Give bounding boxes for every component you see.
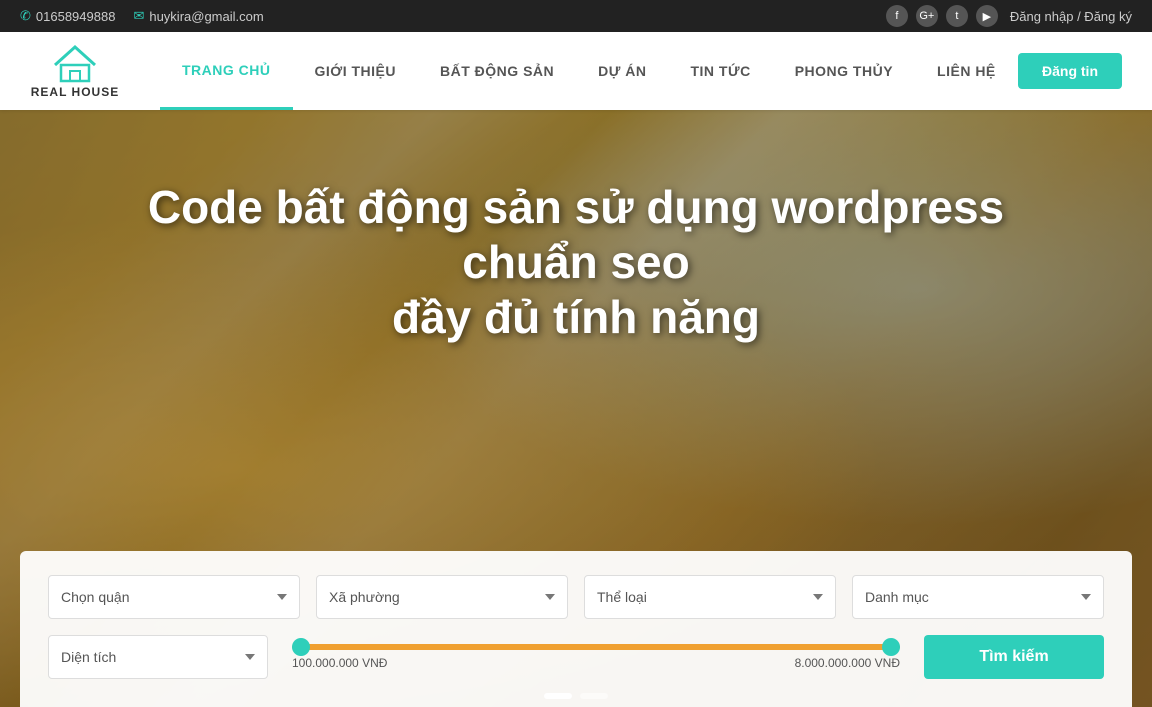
slider-fill [292, 644, 900, 650]
search-row-2: Diện tích 100.000.000 VNĐ 8.000.000.000 … [48, 635, 1104, 679]
chon-quan-select[interactable]: Chọn quận [48, 575, 300, 619]
nav-item-batdongsan[interactable]: BẤT ĐỘNG SẢN [418, 32, 576, 110]
phone-info: ✆ 01658949888 [20, 8, 115, 24]
xa-phuong-select[interactable]: Xã phường [316, 575, 568, 619]
search-row-1: Chọn quận Xã phường Thể loại Danh mục [48, 575, 1104, 619]
top-bar-right: f G+ t ▶ Đăng nhập / Đăng ký [886, 5, 1132, 27]
price-max-label: 8.000.000.000 VNĐ [795, 656, 900, 670]
nav-item-gioithieu[interactable]: GIỚI THIỆU [293, 32, 419, 110]
slider-labels: 100.000.000 VNĐ 8.000.000.000 VNĐ [284, 656, 908, 670]
nav-item-lienhe[interactable]: LIÊN HỆ [915, 32, 1018, 110]
twitter-icon[interactable]: t [946, 5, 968, 27]
email-icon: ✉ [133, 8, 144, 24]
email-info: ✉ huykira@gmail.com [133, 8, 263, 24]
slider-thumb-right[interactable] [882, 638, 900, 656]
hero-section: Code bất động sản sử dụng wordpress chuẩ… [0, 110, 1152, 707]
carousel-dot-2[interactable] [580, 693, 608, 699]
phone-number: 01658949888 [36, 9, 116, 24]
top-bar-left: ✆ 01658949888 ✉ huykira@gmail.com [20, 8, 264, 24]
login-link[interactable]: Đăng nhập / Đăng ký [1010, 9, 1132, 24]
email-address: huykira@gmail.com [149, 9, 263, 24]
top-bar: ✆ 01658949888 ✉ huykira@gmail.com f G+ t… [0, 0, 1152, 32]
facebook-icon[interactable]: f [886, 5, 908, 27]
search-box: Chọn quận Xã phường Thể loại Danh mục Di… [20, 551, 1132, 707]
hero-title-line2: đầy đủ tính năng [392, 291, 760, 343]
the-loai-select[interactable]: Thể loại [584, 575, 836, 619]
nav-item-tintuc[interactable]: TIN TỨC [668, 32, 772, 110]
dien-tich-select[interactable]: Diện tích [48, 635, 268, 679]
social-icons: f G+ t ▶ [886, 5, 998, 27]
main-nav: TRANG CHỦ GIỚI THIỆU BẤT ĐỘNG SẢN DỰ ÁN … [160, 32, 1122, 110]
youtube-icon[interactable]: ▶ [976, 5, 998, 27]
dang-tin-button[interactable]: Đăng tin [1018, 53, 1122, 89]
slider-thumb-left[interactable] [292, 638, 310, 656]
logo[interactable]: REAL HOUSE [30, 43, 120, 99]
phone-icon: ✆ [20, 8, 31, 24]
danh-muc-select[interactable]: Danh mục [852, 575, 1104, 619]
carousel-dots [544, 693, 608, 699]
logo-icon [51, 43, 99, 83]
logo-text: REAL HOUSE [31, 85, 119, 99]
hero-content: Code bất động sản sử dụng wordpress chuẩ… [0, 110, 1152, 346]
googleplus-icon[interactable]: G+ [916, 5, 938, 27]
nav-item-trangchu[interactable]: TRANG CHỦ [160, 32, 293, 110]
hero-title: Code bất động sản sử dụng wordpress chuẩ… [126, 180, 1026, 346]
slider-track [292, 644, 900, 650]
carousel-dot-1[interactable] [544, 693, 572, 699]
hero-title-line1: Code bất động sản sử dụng wordpress chuẩ… [148, 181, 1004, 288]
nav-item-duan[interactable]: DỰ ÁN [576, 32, 668, 110]
price-min-label: 100.000.000 VNĐ [292, 656, 387, 670]
header: REAL HOUSE TRANG CHỦ GIỚI THIỆU BẤT ĐỘNG… [0, 32, 1152, 110]
tim-kiem-button[interactable]: Tìm kiếm [924, 635, 1104, 679]
price-slider[interactable]: 100.000.000 VNĐ 8.000.000.000 VNĐ [284, 644, 908, 670]
nav-item-phongthuong[interactable]: PHONG THỦY [773, 32, 915, 110]
